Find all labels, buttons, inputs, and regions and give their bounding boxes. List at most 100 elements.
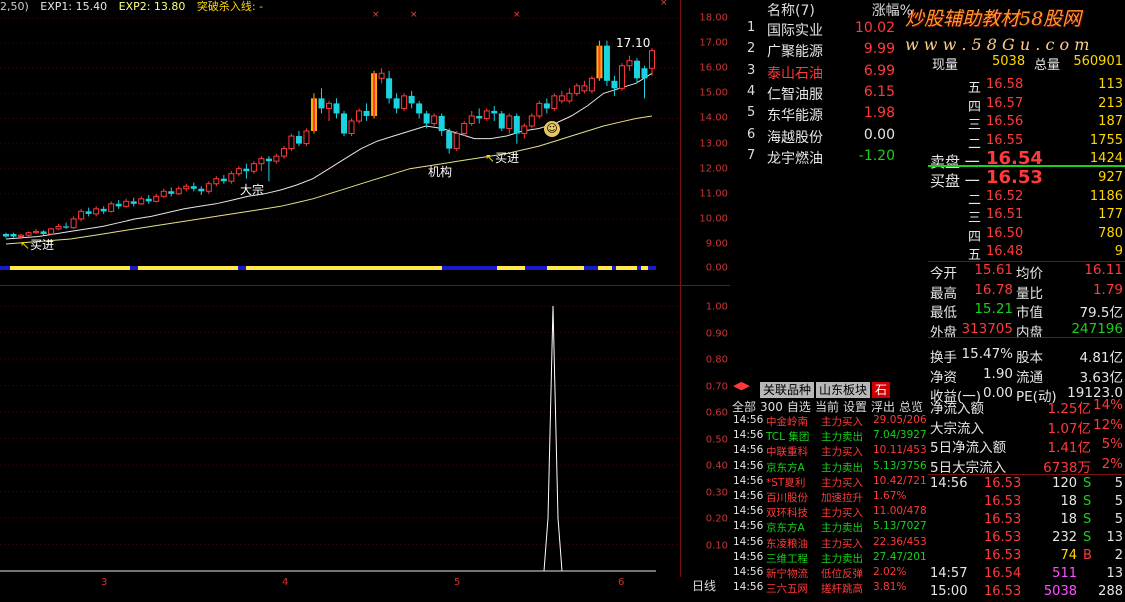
candle bbox=[476, 108, 483, 124]
buy-price: 16.50 bbox=[986, 225, 1024, 241]
feed-stock: 京东方A bbox=[766, 522, 805, 535]
sell-volume: 1755 bbox=[1089, 132, 1123, 148]
feed-value: 2.02% bbox=[873, 566, 907, 578]
peak-price-label: 17.10 bbox=[616, 36, 651, 50]
candle bbox=[115, 200, 122, 209]
buy-level-label: 四 bbox=[968, 229, 982, 245]
rank-row[interactable]: 1 国际实业 10.02 bbox=[735, 20, 913, 41]
feed-action: 主力买入 bbox=[821, 416, 863, 428]
feed-stock: 百川股份 bbox=[766, 492, 808, 504]
rank-row[interactable]: 4 仁智油服 6.15 bbox=[735, 84, 913, 105]
candle bbox=[168, 187, 175, 197]
feed-menu-item[interactable]: 自选 bbox=[787, 400, 811, 414]
feed-tab[interactable]: 山东板块 bbox=[816, 382, 871, 398]
tick-price: 16.53 bbox=[984, 494, 1022, 509]
rank-header-name[interactable]: 名称(7) bbox=[767, 0, 815, 20]
rank-row[interactable]: 6 海越股份 0.00 bbox=[735, 127, 913, 148]
feed-time: 14:56 bbox=[733, 535, 764, 548]
candle bbox=[318, 88, 325, 114]
sell-price: 16.57 bbox=[986, 95, 1024, 111]
buy-signal-1: ↖买进 bbox=[20, 238, 55, 252]
candle bbox=[371, 70, 378, 119]
feed-row[interactable]: 14:56 三六五网 搓杆跳高 3.81% bbox=[733, 581, 928, 596]
feed-row[interactable]: 14:56 东凌粮油 主力买入 22.36/453 bbox=[733, 536, 928, 551]
feed-tab[interactable]: 关联品种 bbox=[760, 382, 815, 398]
candle bbox=[573, 83, 580, 96]
feed-action: 主力买入 bbox=[821, 507, 863, 520]
feed-menu-item[interactable]: 总览 bbox=[899, 400, 923, 414]
feed-menu-item[interactable]: 当前 bbox=[815, 400, 839, 414]
buy-level-label: 二 bbox=[968, 192, 982, 208]
market-feed: 14:56 中金岭南 主力买入 29.05/206 14:56 TCL 集团 主力卖出 7.0… bbox=[730, 414, 928, 596]
feed-stock: 东凌粮油 bbox=[766, 537, 808, 550]
feed-menu-item[interactable]: 300 bbox=[760, 400, 783, 414]
feed-prev-arrows[interactable]: ◀▶ bbox=[733, 379, 750, 392]
candle bbox=[70, 216, 77, 229]
tick-price: 16.53 bbox=[984, 584, 1022, 599]
feed-row[interactable]: 14:56 京东方A 主力卖出 5.13/7027 bbox=[733, 520, 928, 535]
candle bbox=[408, 90, 415, 109]
feed-action: 低位反弹 bbox=[821, 568, 863, 580]
stat-row: 最低 15.21 市值 79.5亿 bbox=[928, 301, 1125, 321]
candle bbox=[235, 166, 242, 177]
feed-tabs: 关联品种 山东板块石 bbox=[760, 379, 892, 398]
rank-row[interactable]: 2 广聚能源 9.99 bbox=[735, 41, 913, 62]
sell-volume: 1424 bbox=[1089, 151, 1123, 166]
rank-change-pct: 9.99 bbox=[863, 41, 895, 58]
candlestick-chart[interactable]: × × × × bbox=[0, 0, 680, 285]
candle bbox=[423, 110, 430, 129]
feed-row[interactable]: 14:56 中金岭南 主力买入 29.05/206 bbox=[733, 414, 928, 429]
feed-row[interactable]: 14:56 新宁物流 低位反弹 2.02% bbox=[733, 566, 928, 581]
rank-row[interactable]: 5 东华能源 1.98 bbox=[735, 105, 913, 126]
buy-level-row: 三 16.51 177 bbox=[928, 207, 1125, 226]
feed-row[interactable]: 14:56 京东方A 主力卖出 5.13/3756 bbox=[733, 460, 928, 475]
flow-pct: 2% bbox=[1101, 455, 1123, 472]
feed-action: 加速拉升 bbox=[821, 492, 863, 504]
buy-level-row: 二 16.52 1186 bbox=[928, 188, 1125, 208]
candle bbox=[175, 186, 182, 196]
feed-tab[interactable]: 石 bbox=[872, 382, 891, 398]
feed-row[interactable]: 14:56 *ST夏利 主力买入 10.42/721 bbox=[733, 475, 928, 490]
feed-row[interactable]: 14:56 三维工程 主力卖出 27.47/201 bbox=[733, 551, 928, 566]
sell-level-row: 四 16.57 213 bbox=[928, 95, 1125, 115]
candle bbox=[386, 70, 393, 104]
zongliang-value: 560901 bbox=[1073, 54, 1123, 69]
xianliang-label: 现量 bbox=[932, 58, 959, 73]
candle bbox=[3, 232, 9, 238]
candle bbox=[633, 58, 640, 84]
feed-time: 14:56 bbox=[733, 520, 764, 533]
stat-label: 股本 bbox=[1016, 350, 1043, 366]
rank-row[interactable]: 7 龙宇燃油 -1.20 bbox=[735, 148, 913, 169]
tick-side: S bbox=[1083, 512, 1092, 527]
tick-row: 14:57 16.54 511 13 bbox=[928, 566, 1125, 584]
stat-label: 净资 bbox=[930, 369, 957, 386]
period-label[interactable]: 日线 bbox=[692, 577, 716, 594]
feed-row[interactable]: 14:56 TCL 集团 主力卖出 7.04/3927 bbox=[733, 429, 928, 444]
candle bbox=[250, 161, 257, 174]
tick-count: 13 bbox=[1106, 566, 1123, 581]
feed-row[interactable]: 14:56 中联重科 主力买入 10.11/453 bbox=[733, 444, 928, 459]
feed-menu-item[interactable]: 浮出 bbox=[871, 400, 895, 414]
sub-tick-label: 0.60 bbox=[705, 407, 728, 419]
feed-menu-item[interactable]: 全部 bbox=[732, 400, 756, 414]
price-tick-label: 18.00 bbox=[699, 12, 728, 24]
tick-count: 2 bbox=[1114, 548, 1123, 563]
flow-value: 6738万 bbox=[1043, 459, 1091, 476]
candle bbox=[228, 171, 235, 184]
rank-row[interactable]: 3 泰山石油 6.99 bbox=[735, 63, 913, 84]
flow-value: 1.41亿 bbox=[1047, 440, 1091, 456]
buy-price: 16.52 bbox=[986, 188, 1024, 204]
price-tick-label: 12.00 bbox=[699, 163, 728, 175]
rank-stock-name: 东华能源 bbox=[767, 108, 823, 125]
sub-axis: 1.00 0.90 0.80 0.70 0.60 0.50 0.40 0.30 0.20 0.10 bbox=[682, 286, 730, 576]
sub-indicator-chart[interactable] bbox=[0, 286, 680, 578]
stat-value: 1.79 bbox=[1092, 281, 1123, 298]
feed-menu-item[interactable]: 设置 bbox=[843, 400, 867, 414]
price-tick-label: 9.00 bbox=[705, 238, 728, 250]
feed-action: 主力卖出 bbox=[821, 461, 863, 474]
candle bbox=[220, 174, 227, 184]
feed-row[interactable]: 14:56 百川股份 加速拉升 1.67% bbox=[733, 490, 928, 505]
candle bbox=[78, 208, 85, 222]
feed-row[interactable]: 14:56 双环科技 主力买入 11.00/478 bbox=[733, 505, 928, 520]
candle bbox=[393, 93, 400, 114]
